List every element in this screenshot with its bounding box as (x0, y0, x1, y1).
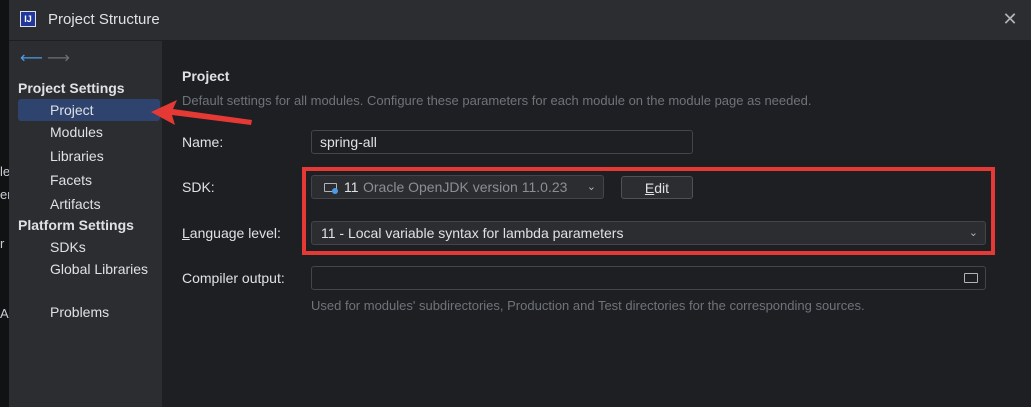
language-level-label: Language level: (182, 225, 281, 241)
project-structure-dialog: IJ Project Structure ✕ ⟵ ⟶ Project Setti… (9, 0, 1031, 407)
sidebar-item-artifacts[interactable]: Artifacts (18, 193, 160, 215)
project-name-input[interactable]: spring-all (311, 130, 693, 154)
compiler-output-hint: Used for modules' subdirectories, Produc… (311, 298, 865, 313)
intellij-app-icon: IJ (20, 11, 36, 27)
project-settings-panel: Project Default settings for all modules… (162, 41, 1031, 407)
browse-folder-icon[interactable] (964, 273, 978, 283)
sidebar-item-sdks[interactable]: SDKs (18, 236, 160, 258)
edge-text-fragment: er (0, 187, 9, 202)
project-settings-header: Project Settings (18, 80, 125, 96)
back-arrow-icon[interactable]: ⟵ (20, 48, 43, 68)
sdk-label: SDK: (182, 179, 215, 195)
edge-text-fragment: le (0, 164, 9, 179)
edge-text-fragment: r (0, 236, 5, 251)
sidebar-item-libraries[interactable]: Libraries (18, 145, 160, 167)
sidebar-item-problems[interactable]: Problems (18, 301, 160, 323)
forward-arrow-icon[interactable]: ⟶ (47, 48, 70, 68)
annotation-arrow-icon (151, 100, 252, 125)
annotation-highlight-box (302, 167, 995, 255)
sidebar-item-global-libraries[interactable]: Global Libraries (18, 258, 160, 280)
language-level-label-rest: anguage level: (189, 225, 281, 241)
title-bar: IJ Project Structure ✕ (9, 0, 1031, 41)
sidebar-item-modules[interactable]: Modules (18, 121, 160, 143)
settings-sidebar: ⟵ ⟶ Project Settings Project Modules Lib… (9, 41, 162, 407)
page-title: Project (182, 68, 230, 84)
sidebar-item-project[interactable]: Project (18, 99, 160, 121)
window-title: Project Structure (48, 11, 160, 28)
name-label: Name: (182, 134, 224, 150)
close-icon[interactable]: ✕ (1001, 10, 1019, 28)
platform-settings-header: Platform Settings (18, 217, 134, 233)
background-window-edge: le er r A (0, 0, 9, 407)
language-level-mnemonic: L (182, 225, 190, 241)
edge-text-fragment: A (0, 306, 9, 321)
sidebar-item-facets[interactable]: Facets (18, 169, 160, 191)
compiler-output-input[interactable] (311, 266, 986, 290)
page-description: Default settings for all modules. Config… (182, 93, 812, 108)
compiler-output-label: Compiler output: (182, 270, 285, 286)
